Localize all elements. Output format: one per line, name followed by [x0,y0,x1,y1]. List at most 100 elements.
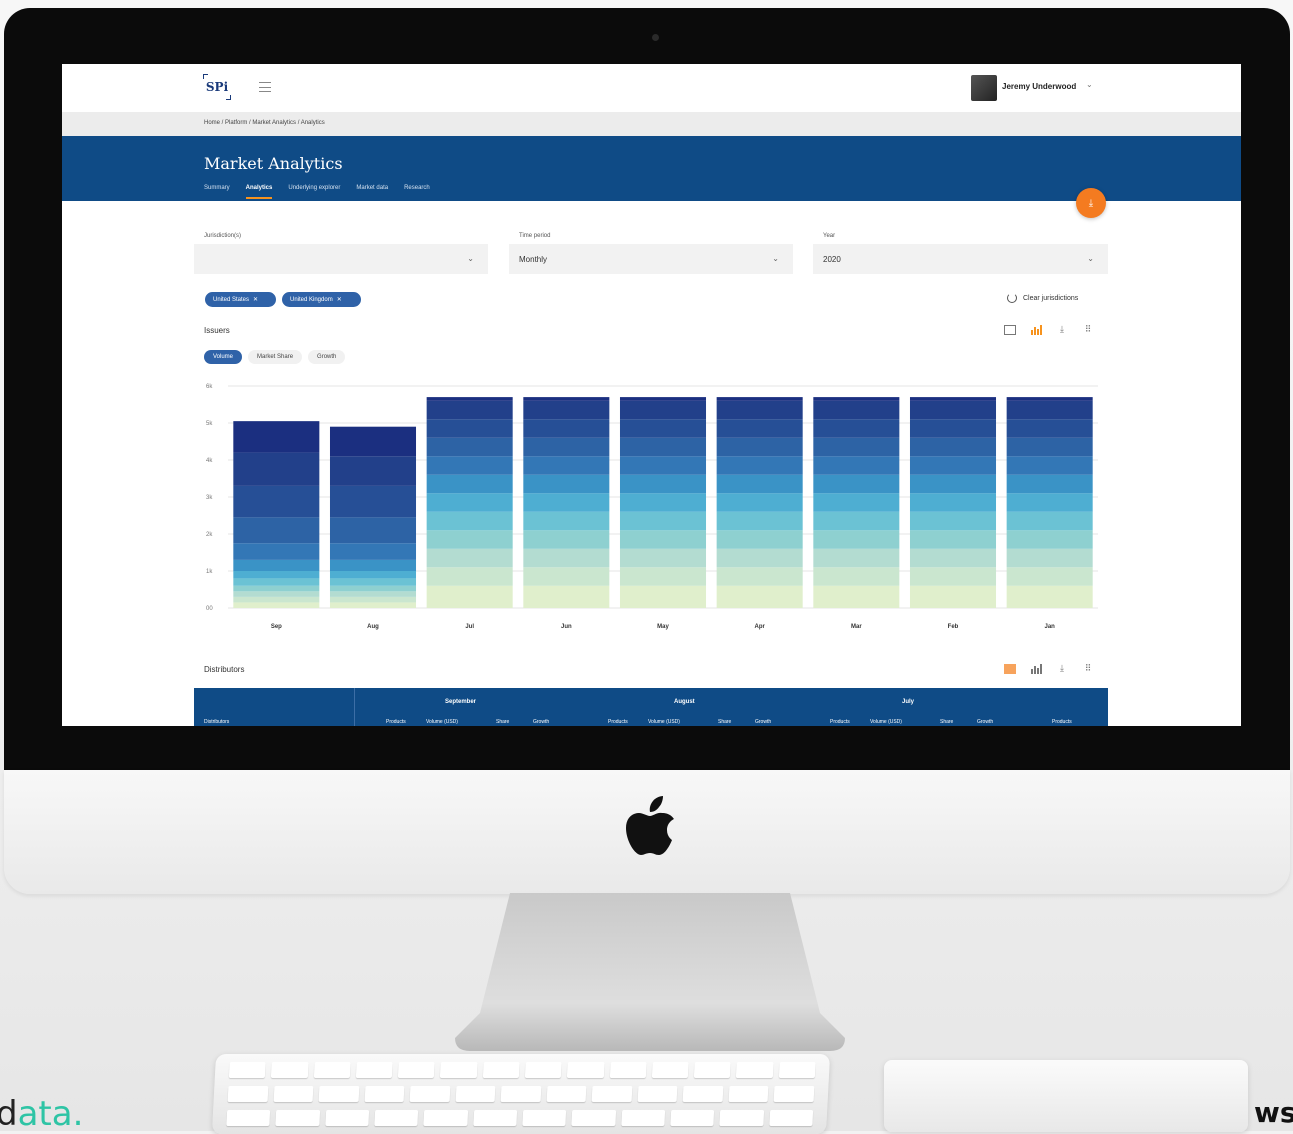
column-header-growth[interactable]: Growth [755,719,771,725]
bar-segment[interactable] [426,456,513,475]
column-header-volume[interactable]: Volume (USD) [648,719,680,725]
bar-segment[interactable] [619,530,707,549]
bar-segment[interactable] [523,456,610,475]
bar-segment[interactable] [909,511,997,531]
bar-segment[interactable] [523,419,610,438]
bar-segment[interactable] [426,493,513,512]
bar-segment[interactable] [813,397,900,401]
bar-segment[interactable] [619,567,707,586]
close-icon[interactable]: ✕ [253,296,258,303]
bar-segment[interactable] [233,596,320,603]
bar-segment[interactable] [619,437,707,457]
bar-segment[interactable] [813,419,900,438]
bar-segment[interactable] [813,530,900,549]
bar-segment[interactable] [909,530,997,549]
year-select[interactable]: 2020 ⌄ [813,244,1108,274]
bar-segment[interactable] [909,548,997,568]
bar-segment[interactable] [813,437,900,457]
bar-segment[interactable] [716,400,803,420]
bar-segment[interactable] [909,397,997,401]
pill-market-share[interactable]: Market Share [248,350,303,364]
drag-handle-icon[interactable]: ⠿ [1082,324,1094,335]
tab-market-data[interactable]: Market data [356,185,388,199]
bar-segment[interactable] [1006,400,1093,420]
column-header-august[interactable]: August [674,699,695,705]
bar-segment[interactable] [329,585,417,592]
bar-segment[interactable] [1006,511,1093,531]
tab-underlying-explorer[interactable]: Underlying explorer [288,185,340,199]
bar-segment[interactable] [909,493,997,512]
bar-segment[interactable] [813,511,900,531]
column-header-share[interactable]: Share [940,719,953,725]
tab-research[interactable]: Research [404,185,430,199]
bar-segment[interactable] [716,511,803,531]
bar-segment[interactable] [233,571,320,579]
clear-jurisdictions-button[interactable]: Clear jurisdictions [1007,293,1078,303]
tab-summary[interactable]: Summary [204,185,230,199]
bar-segment[interactable] [233,543,320,560]
bar-segment[interactable] [1006,567,1093,586]
bar-segment[interactable] [716,397,803,401]
bar-segment[interactable] [619,511,707,531]
chevron-down-icon[interactable]: ⌄ [1086,80,1093,89]
bar-segment[interactable] [716,567,803,586]
column-header-july[interactable]: July [902,699,914,705]
pill-volume[interactable]: Volume [204,350,243,364]
bar-segment[interactable] [813,567,900,586]
column-header-products[interactable]: Products [1052,719,1072,725]
bar-segment[interactable] [813,456,900,475]
bar-segment[interactable] [813,585,900,608]
column-header-volume[interactable]: Volume (USD) [870,719,902,725]
bar-segment[interactable] [233,585,320,592]
bar-segment[interactable] [523,511,610,531]
bar-segment[interactable] [523,437,610,457]
bar-segment[interactable] [329,591,417,597]
bar-segment[interactable] [426,437,513,457]
bar-segment[interactable] [1006,437,1093,457]
bar-segment[interactable] [523,548,610,568]
bar-segment[interactable] [619,585,707,608]
bar-segment[interactable] [426,474,513,494]
column-header-products[interactable]: Products [386,719,406,725]
bar-segment[interactable] [1006,397,1093,401]
chip-united-states[interactable]: United States ✕ [205,292,276,307]
bar-segment[interactable] [426,548,513,568]
pill-growth[interactable]: Growth [308,350,346,364]
table-view-icon[interactable] [1004,664,1016,674]
bar-segment[interactable] [716,530,803,549]
bar-segment[interactable] [329,456,417,486]
bar-segment[interactable] [813,400,900,420]
bar-segment[interactable] [1006,474,1093,494]
download-icon[interactable]: ⤓ [1056,324,1068,335]
bar-segment[interactable] [523,397,610,401]
drag-handle-icon[interactable]: ⠿ [1082,663,1094,674]
column-header-september[interactable]: September [445,699,476,705]
jurisdiction-select[interactable]: ⌄ [194,244,488,274]
bar-segment[interactable] [1006,548,1093,568]
time-period-select[interactable]: Monthly ⌄ [509,244,793,274]
bar-segment[interactable] [233,578,320,586]
bar-segment[interactable] [523,585,610,608]
bar-segment[interactable] [329,559,417,571]
bar-segment[interactable] [329,517,417,544]
bar-segment[interactable] [523,530,610,549]
bar-segment[interactable] [233,517,320,544]
bar-segment[interactable] [909,437,997,457]
bar-segment[interactable] [909,585,997,608]
spi-logo[interactable]: SPi [203,74,231,100]
bar-segment[interactable] [909,419,997,438]
bar-segment[interactable] [1006,530,1093,549]
column-header-products[interactable]: Products [608,719,628,725]
column-header-volume[interactable]: Volume (USD) [426,719,458,725]
bar-segment[interactable] [716,437,803,457]
column-header-growth[interactable]: Growth [977,719,993,725]
bar-segment[interactable] [329,571,417,579]
bar-segment[interactable] [909,474,997,494]
bar-segment[interactable] [813,493,900,512]
download-fab-button[interactable]: ⤓ [1076,188,1106,218]
bar-segment[interactable] [233,485,320,518]
bar-segment[interactable] [716,548,803,568]
avatar[interactable] [971,75,997,101]
bar-segment[interactable] [426,397,513,401]
bar-chart-icon[interactable] [1030,325,1042,335]
